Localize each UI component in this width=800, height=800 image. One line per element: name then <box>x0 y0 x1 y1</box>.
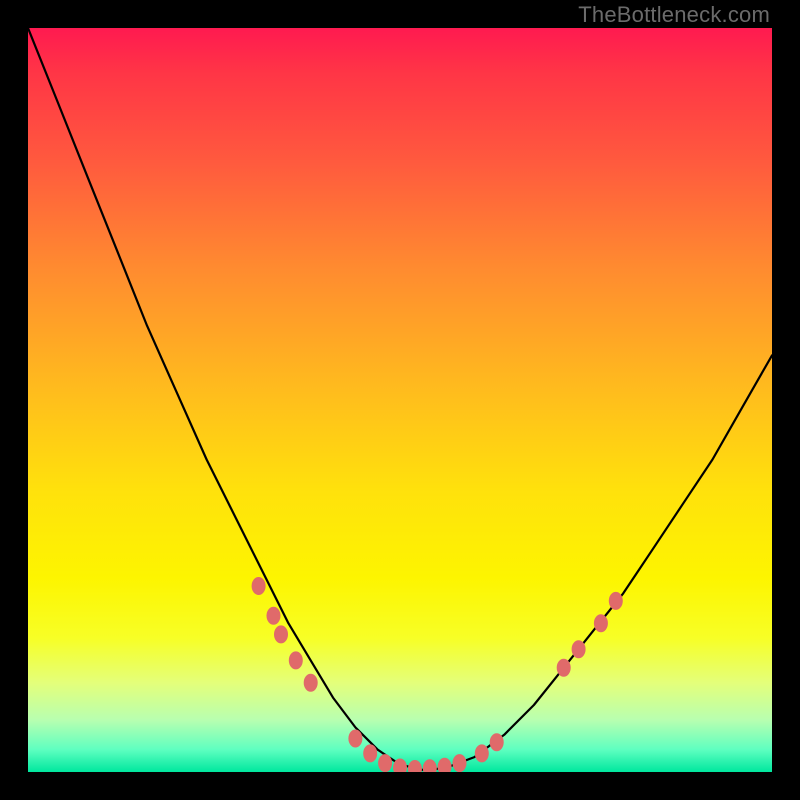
bottleneck-curve <box>28 28 772 770</box>
curve-marker <box>378 754 392 772</box>
curve-marker <box>475 744 489 762</box>
curve-markers <box>252 577 623 772</box>
curve-marker <box>490 733 504 751</box>
curve-marker <box>304 674 318 692</box>
curve-marker <box>609 592 623 610</box>
watermark-text: TheBottleneck.com <box>578 2 770 28</box>
curve-marker <box>453 754 467 772</box>
chart-frame: TheBottleneck.com <box>0 0 800 800</box>
curve-marker <box>252 577 266 595</box>
curve-marker <box>408 760 422 772</box>
curve-marker <box>594 614 608 632</box>
curve-marker <box>438 758 452 772</box>
curve-marker <box>348 730 362 748</box>
curve-layer <box>28 28 772 772</box>
curve-marker <box>267 607 281 625</box>
plot-area <box>28 28 772 772</box>
curve-marker <box>363 744 377 762</box>
curve-marker <box>274 625 288 643</box>
bottleneck-curve-path <box>28 28 772 770</box>
curve-marker <box>423 759 437 772</box>
curve-marker <box>572 640 586 658</box>
curve-marker <box>557 659 571 677</box>
curve-marker <box>289 651 303 669</box>
